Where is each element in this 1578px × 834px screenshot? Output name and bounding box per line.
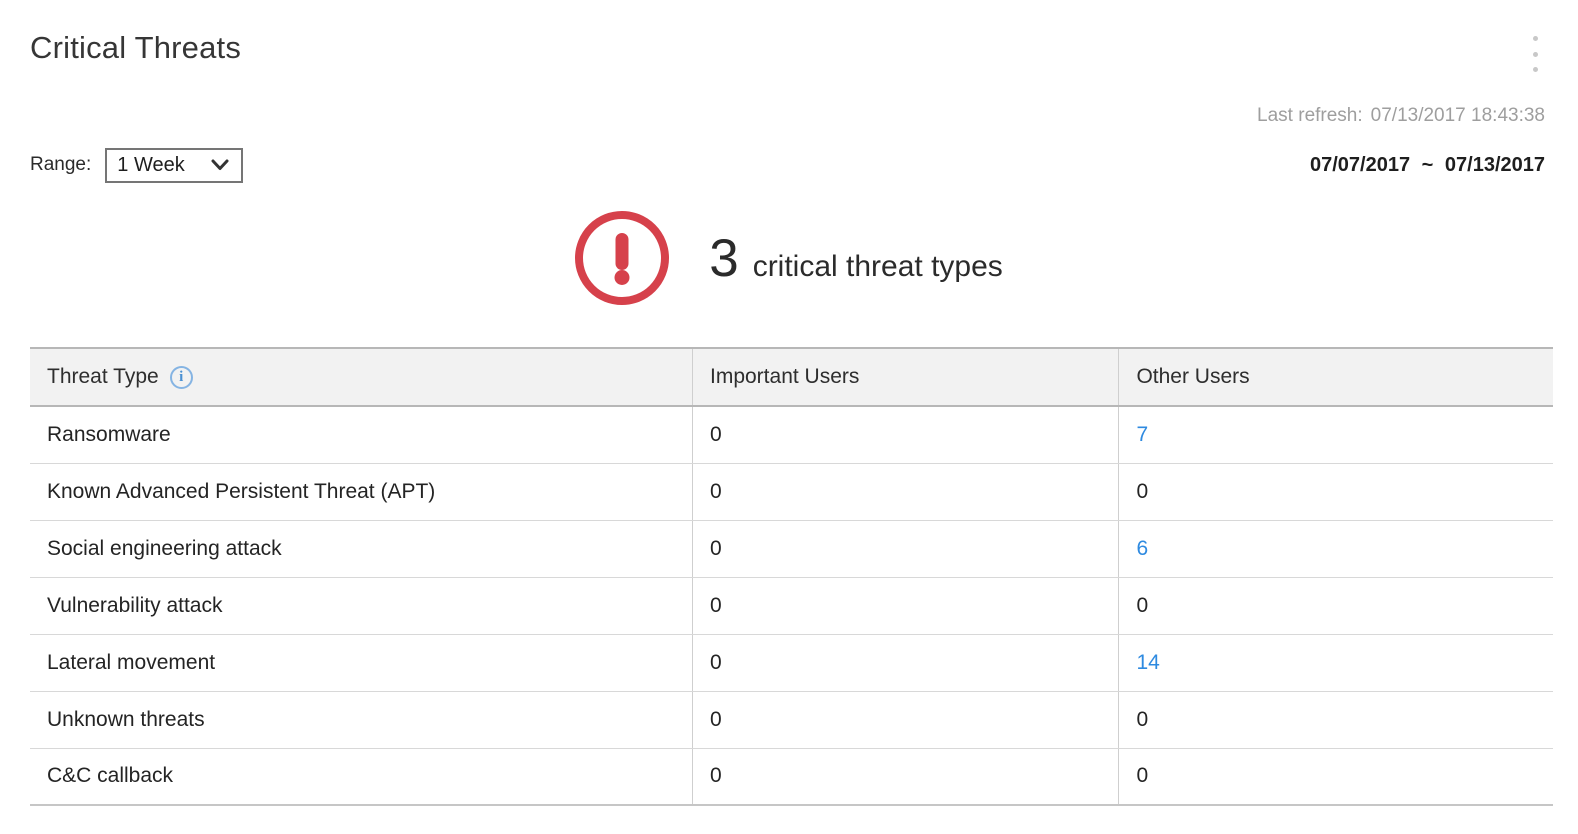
critical-threat-count: 3 (709, 232, 738, 285)
other-users-value: 0 (1136, 480, 1148, 503)
threat-type-label: Vulnerability attack (47, 594, 222, 617)
summary-banner: 3 critical threat types (0, 206, 1578, 310)
table-row: Social engineering attack 0 6 (30, 520, 1553, 577)
threat-type-label: Unknown threats (47, 708, 205, 731)
threat-type-label: Known Advanced Persistent Threat (APT) (47, 480, 435, 503)
other-users-value: 0 (1136, 708, 1148, 731)
important-users-value: 0 (710, 708, 722, 731)
kebab-menu-icon[interactable] (1528, 36, 1542, 72)
date-range: 07/07/2017 ~ 07/13/2017 (1310, 154, 1545, 177)
table-row: C&C callback 0 0 (30, 748, 1553, 805)
critical-threat-label: critical threat types (753, 250, 1003, 284)
last-refresh-label: Last refresh: (1257, 105, 1363, 126)
table-row: Unknown threats 0 0 (30, 691, 1553, 748)
kebab-dot (1533, 36, 1538, 41)
important-users-value: 0 (710, 423, 722, 446)
table-row: Known Advanced Persistent Threat (APT) 0… (30, 463, 1553, 520)
range-row: Range: 1 Week (30, 147, 243, 183)
other-users-value: 0 (1136, 594, 1148, 617)
important-users-value: 0 (710, 764, 722, 787)
range-select-value: 1 Week (117, 154, 184, 177)
kebab-dot (1533, 67, 1538, 72)
threat-table: Threat Type i Important Users Other User… (30, 347, 1553, 806)
threat-type-label: Social engineering attack (47, 537, 282, 560)
kebab-dot (1533, 52, 1538, 57)
other-users-value: 0 (1136, 764, 1148, 787)
important-users-value: 0 (710, 594, 722, 617)
table-row: Lateral movement 0 14 (30, 634, 1553, 691)
last-refresh: Last refresh: 07/13/2017 18:43:38 (1257, 105, 1545, 127)
threat-type-label: Lateral movement (47, 651, 215, 674)
other-users-link[interactable]: 14 (1136, 651, 1159, 674)
last-refresh-value: 07/13/2017 18:43:38 (1371, 105, 1545, 126)
chevron-down-icon (211, 159, 229, 171)
important-users-value: 0 (710, 651, 722, 674)
important-users-value: 0 (710, 537, 722, 560)
table-row: Ransomware 0 7 (30, 406, 1553, 463)
range-select[interactable]: 1 Week (105, 148, 242, 183)
column-header-threat-type: Threat Type i (30, 348, 693, 406)
table-row: Vulnerability attack 0 0 (30, 577, 1553, 634)
other-users-link[interactable]: 6 (1136, 537, 1148, 560)
important-users-value: 0 (710, 480, 722, 503)
range-label: Range: (30, 154, 91, 176)
table-header-row: Threat Type i Important Users Other User… (30, 348, 1553, 406)
threat-table-body: Ransomware 0 7 Known Advanced Persistent… (30, 406, 1553, 805)
threat-type-label: C&C callback (47, 764, 173, 787)
threat-type-label: Ransomware (47, 423, 171, 446)
info-icon[interactable]: i (170, 366, 193, 389)
column-header-other-users: Other Users (1119, 348, 1553, 406)
alert-exclamation-icon (575, 211, 669, 305)
other-users-link[interactable]: 7 (1136, 423, 1148, 446)
column-header-important-users: Important Users (693, 348, 1119, 406)
page-title: Critical Threats (30, 30, 241, 66)
